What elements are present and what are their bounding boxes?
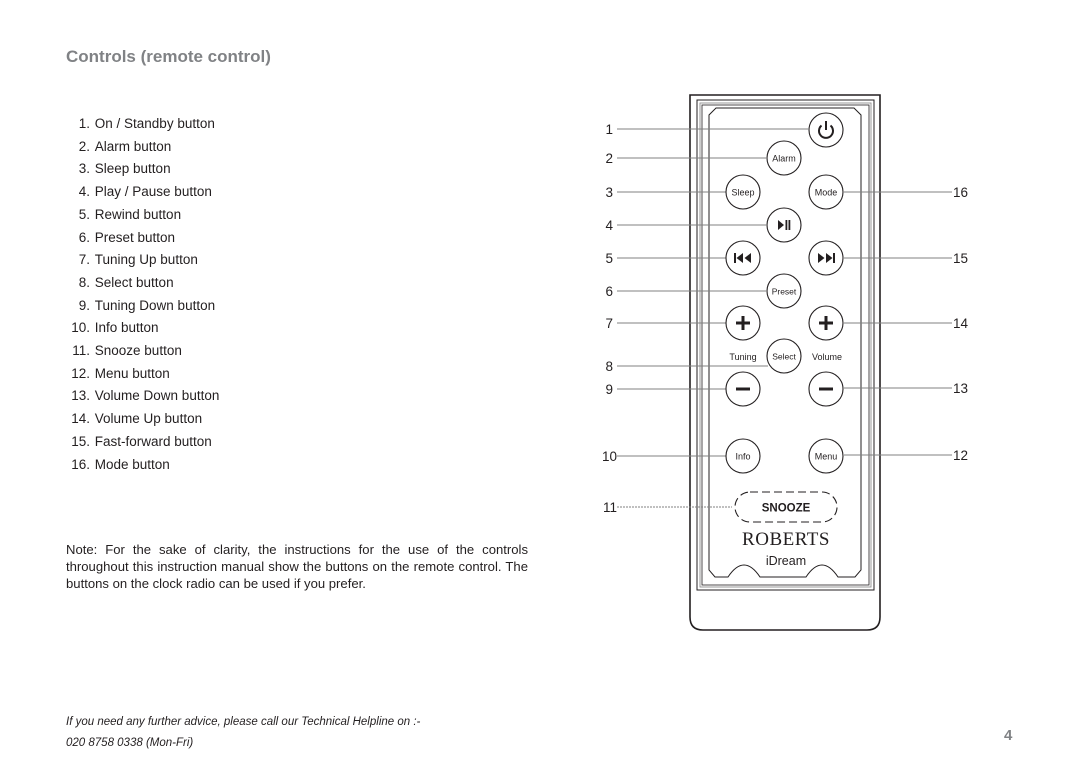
tuning-down-button[interactable] xyxy=(725,371,761,407)
callout-14: 14 xyxy=(953,316,969,331)
callout-16: 16 xyxy=(953,185,968,200)
sleep-button-label: Sleep xyxy=(731,188,754,198)
callout-6: 6 xyxy=(605,284,613,299)
callout-1: 1 xyxy=(605,122,613,137)
mode-button-label: Mode xyxy=(815,188,838,198)
callout-8: 8 xyxy=(605,359,613,374)
fast-forward-button[interactable] xyxy=(808,240,844,276)
callout-lines xyxy=(617,128,952,508)
callout-12: 12 xyxy=(953,448,968,463)
info-button-label: Info xyxy=(735,452,750,462)
callout-15: 15 xyxy=(953,251,968,266)
mode-button[interactable]: Mode xyxy=(808,174,844,210)
callout-11: 11 xyxy=(603,500,617,515)
rewind-button[interactable] xyxy=(725,240,761,276)
callout-numbers-right: 16 15 14 13 12 xyxy=(953,185,969,463)
callout-13: 13 xyxy=(953,381,968,396)
select-button-label: Select xyxy=(772,352,796,362)
callout-9: 9 xyxy=(605,382,613,397)
callout-numbers-left: 1 2 3 4 5 6 7 8 9 10 11 xyxy=(602,122,617,515)
volume-down-button[interactable] xyxy=(808,371,844,407)
play-pause-button[interactable] xyxy=(766,207,802,243)
tuning-label: Tuning xyxy=(729,352,756,362)
select-button[interactable]: Select xyxy=(766,338,802,374)
menu-button-label: Menu xyxy=(815,452,838,462)
minus-icon xyxy=(736,387,750,391)
callout-4: 4 xyxy=(605,218,613,233)
alarm-button[interactable]: Alarm xyxy=(766,140,802,176)
alarm-button-label: Alarm xyxy=(772,154,796,164)
preset-button-label: Preset xyxy=(772,287,797,297)
tuning-up-button[interactable] xyxy=(725,305,761,341)
minus-icon xyxy=(819,387,833,391)
callout-2: 2 xyxy=(605,151,613,166)
brand-logo: ROBERTS xyxy=(742,529,830,550)
callout-7: 7 xyxy=(605,316,613,331)
callout-10: 10 xyxy=(602,449,617,464)
snooze-button[interactable]: SNOOZE xyxy=(734,491,838,523)
model-name: iDream xyxy=(766,554,806,568)
power-button[interactable] xyxy=(808,112,844,148)
remote-control-diagram: 1 2 3 4 5 6 7 8 9 10 11 16 15 14 13 12 A… xyxy=(602,94,969,631)
snooze-button-label: SNOOZE xyxy=(762,503,811,515)
info-button[interactable]: Info xyxy=(725,438,761,474)
preset-button[interactable]: Preset xyxy=(766,273,802,309)
callout-3: 3 xyxy=(605,185,613,200)
volume-up-button[interactable] xyxy=(808,305,844,341)
callout-5: 5 xyxy=(605,251,613,266)
menu-button[interactable]: Menu xyxy=(808,438,844,474)
volume-label: Volume xyxy=(812,352,842,362)
sleep-button[interactable]: Sleep xyxy=(725,174,761,210)
